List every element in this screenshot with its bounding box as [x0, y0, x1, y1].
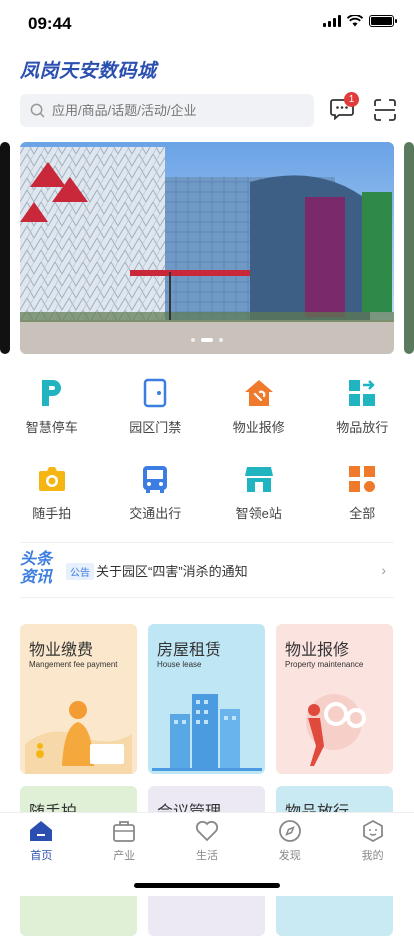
release-icon [347, 378, 377, 408]
profile-icon [361, 819, 385, 843]
tab-home[interactable]: 首页 [0, 813, 83, 863]
banner-image[interactable] [20, 142, 394, 354]
repair-house-icon [244, 378, 274, 408]
scan-icon[interactable] [373, 98, 397, 122]
parking-icon [37, 378, 67, 408]
grid-item-transport[interactable]: 交通出行 [104, 458, 208, 544]
news-tag: 公告 [66, 563, 94, 580]
news-headline[interactable]: 关于园区“四害”消杀的通知 [96, 561, 248, 580]
grid-item-e-station[interactable]: 智领e站 [207, 458, 311, 544]
building-photo [20, 142, 394, 354]
search-bar[interactable] [20, 94, 314, 127]
status-time: 09:44 [28, 14, 71, 34]
grid-item-label: 全部 [349, 503, 375, 522]
tab-label: 我的 [362, 847, 384, 863]
card-house-lease[interactable]: 房屋租赁 House lease [148, 624, 265, 774]
card-subtitle: Property maintenance [285, 660, 363, 669]
tab-label: 首页 [30, 847, 52, 863]
grid-item-snapshot[interactable]: 随手拍 [0, 458, 104, 544]
bus-icon [140, 464, 170, 494]
status-bar: 09:44 [0, 0, 414, 48]
card-title: 物业缴费 [29, 636, 93, 660]
tab-label: 生活 [196, 847, 218, 863]
grid-item-label: 智领e站 [236, 503, 282, 522]
buildings-illustration [148, 674, 265, 774]
news-logo: 头条资讯 [20, 551, 58, 587]
tab-profile[interactable]: 我的 [331, 813, 414, 863]
card-property-repair[interactable]: 物业报修 Property maintenance [276, 624, 393, 774]
search-icon [30, 103, 45, 118]
grid-item-all[interactable]: 全部 [311, 458, 414, 544]
status-icons [323, 15, 394, 27]
home-indicator[interactable] [134, 883, 280, 888]
bottom-tab-bar: 首页 产业 生活 发现 我的 [0, 812, 414, 896]
banner-next-peek[interactable] [404, 142, 414, 354]
grid-item-repair[interactable]: 物业报修 [207, 372, 311, 458]
banner-prev-peek[interactable] [0, 142, 10, 354]
message-count-badge: 1 [344, 92, 359, 107]
tab-industry[interactable]: 产业 [83, 813, 166, 863]
heart-icon [195, 819, 219, 843]
quick-access-grid: 智慧停车 园区门禁 物业报修 物品放行 随手拍 [0, 372, 414, 544]
tab-label: 产业 [113, 847, 135, 863]
grid-item-label: 交通出行 [129, 503, 181, 522]
app-brand-title: 凤岗天安数码城 [20, 56, 157, 83]
grid-item-access-control[interactable]: 园区门禁 [104, 372, 208, 458]
all-icon [347, 464, 377, 494]
card-title: 物业报修 [285, 636, 349, 660]
wifi-icon [347, 15, 363, 27]
grid-item-label: 随手拍 [32, 503, 71, 522]
news-ticker[interactable]: 头条资讯 公告 关于园区“四害”消杀的通知 › [20, 542, 394, 598]
banner-carousel[interactable] [0, 142, 414, 354]
card-subtitle: House lease [157, 660, 201, 669]
home-icon [29, 819, 53, 843]
tab-label: 发现 [279, 847, 301, 863]
grid-item-label: 智慧停车 [26, 417, 78, 436]
battery-icon [369, 15, 394, 27]
door-icon [140, 378, 170, 408]
compass-icon [278, 819, 302, 843]
tab-discover[interactable]: 发现 [248, 813, 331, 863]
grid-item-goods-release[interactable]: 物品放行 [311, 372, 414, 458]
tab-life[interactable]: 生活 [166, 813, 249, 863]
grid-item-label: 物业报修 [233, 417, 285, 436]
search-input[interactable] [52, 103, 292, 118]
briefcase-icon [112, 819, 136, 843]
gears-illustration [276, 674, 393, 774]
carousel-dots [20, 338, 394, 342]
card-subtitle: Mangement fee payment [29, 660, 118, 669]
card-title: 房屋租赁 [157, 636, 221, 660]
camera-icon [37, 464, 67, 494]
grid-item-label: 物品放行 [336, 417, 388, 436]
chevron-right-icon[interactable]: › [381, 562, 386, 578]
payment-illustration [20, 674, 137, 774]
cellular-signal-icon [323, 15, 341, 27]
store-icon [244, 464, 274, 494]
card-property-fee[interactable]: 物业缴费 Mangement fee payment [20, 624, 137, 774]
grid-item-label: 园区门禁 [129, 417, 181, 436]
grid-item-smart-parking[interactable]: 智慧停车 [0, 372, 104, 458]
